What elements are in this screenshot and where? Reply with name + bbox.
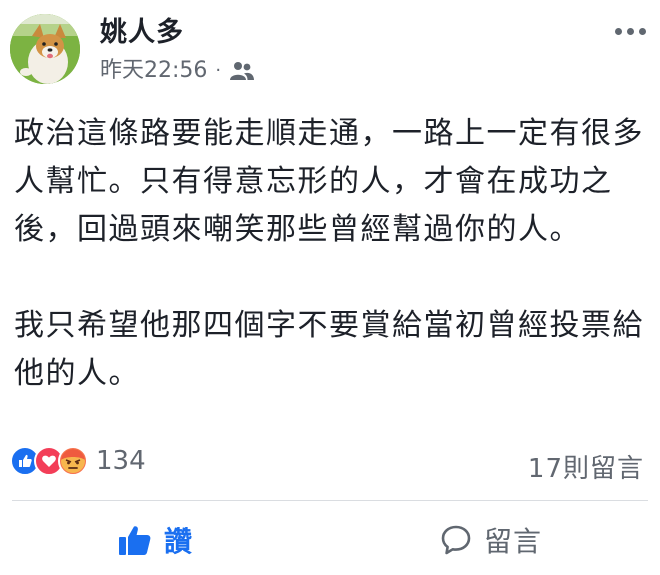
angry-icon (58, 446, 88, 476)
author-name[interactable]: 姚人多 (100, 16, 255, 50)
comment-count[interactable]: 17則留言 (528, 448, 644, 485)
friends-icon[interactable] (229, 61, 255, 81)
like-button[interactable]: 讚 (118, 520, 193, 560)
post-timestamp[interactable]: 昨天22:56 (100, 58, 207, 84)
reaction-icons (10, 446, 88, 476)
thumbs-up-icon (119, 526, 151, 555)
more-dot-icon (615, 28, 622, 35)
post-paragraph: 我只希望他那四個字不要賞給當初曾經投票給他的人。 (14, 308, 644, 391)
separator-dot: · (215, 60, 222, 81)
reaction-count: 134 (96, 446, 146, 476)
post-subline: 昨天22:56 · (100, 58, 255, 84)
action-bar: 讚 留言 (0, 512, 660, 572)
post-header: 姚人多 昨天22:56 · (10, 14, 255, 86)
more-dot-icon (639, 28, 646, 35)
comment-button[interactable]: 留言 (440, 520, 542, 560)
more-dot-icon (627, 28, 634, 35)
author-avatar[interactable] (10, 14, 80, 84)
comment-bubble-icon (441, 525, 471, 555)
divider (12, 500, 648, 501)
facebook-post: 姚人多 昨天22:56 · 政治這條路要能走順走通，一路上一定有很多人幫忙。只有 (0, 0, 660, 575)
dog-photo-icon (10, 14, 80, 84)
like-label: 讚 (164, 525, 194, 558)
comment-label: 留言 (484, 525, 543, 558)
reactions-summary[interactable]: 134 (10, 446, 146, 476)
more-options-icon[interactable] (615, 28, 646, 35)
post-meta: 姚人多 昨天22:56 · (100, 14, 255, 84)
post-body: 政治這條路要能走順走通，一路上一定有很多人幫忙。只有得意忘形的人，才會在成功之後… (14, 110, 654, 398)
post-paragraph: 政治這條路要能走順走通，一路上一定有很多人幫忙。只有得意忘形的人，才會在成功之後… (14, 116, 644, 247)
